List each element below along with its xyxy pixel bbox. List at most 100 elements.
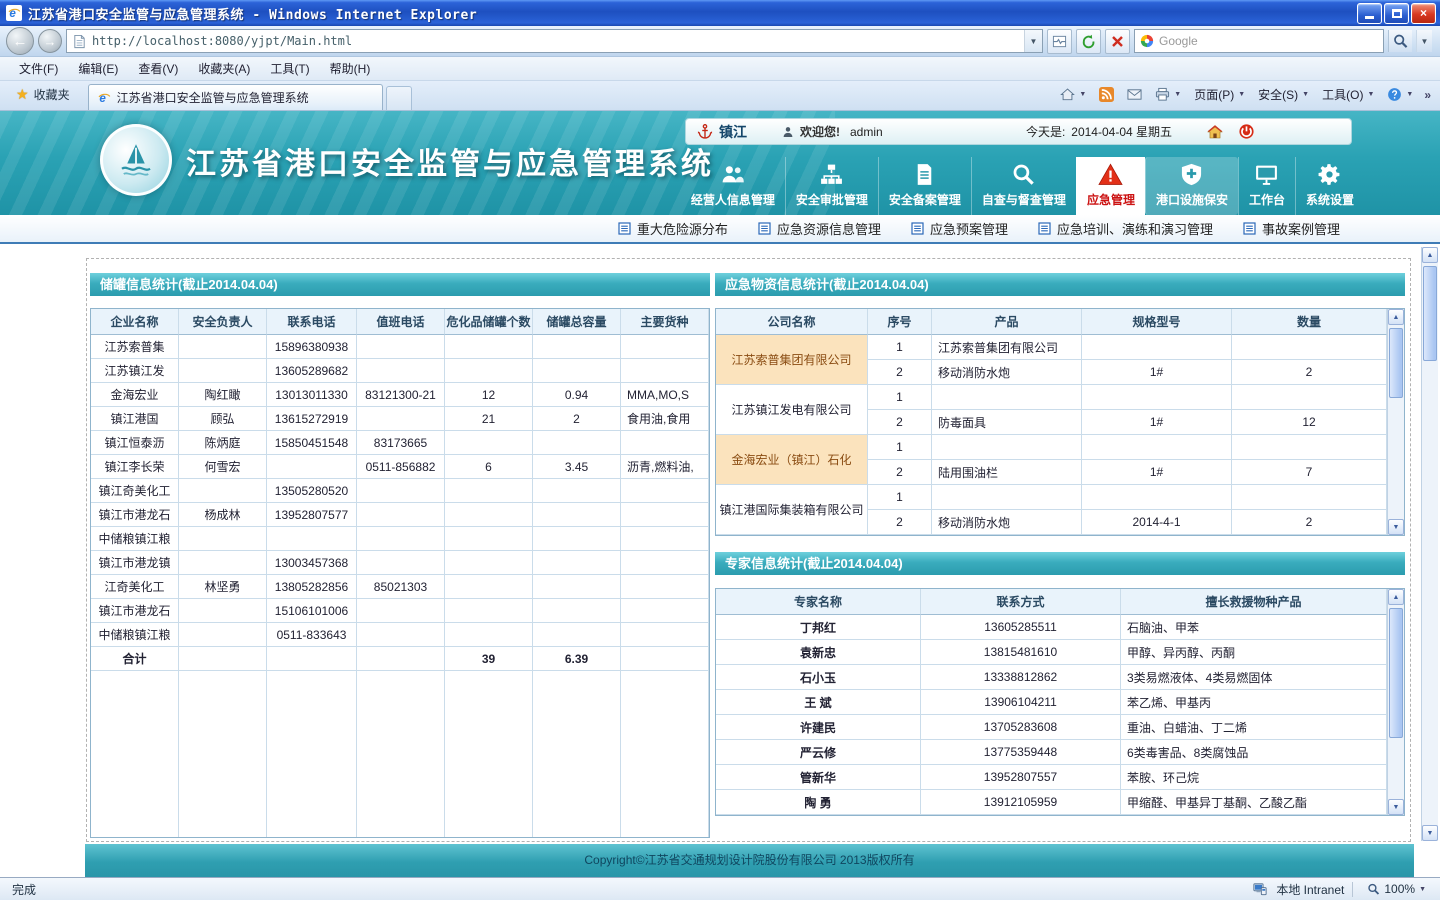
- back-button[interactable]: ←: [6, 27, 34, 55]
- menu-item-3[interactable]: 收藏夹(A): [189, 57, 259, 80]
- tank-cell: 金海宏业: [91, 383, 179, 407]
- menu-item-5[interactable]: 帮助(H): [321, 57, 380, 80]
- subnav-item-2[interactable]: 应急预案管理: [911, 219, 1008, 238]
- subnav-item-1[interactable]: 应急资源信息管理: [758, 219, 881, 238]
- tank-cell: [357, 359, 445, 383]
- tank-cell: [621, 479, 709, 503]
- supplies-cell: 2: [868, 460, 932, 485]
- scroll-track[interactable]: [1388, 606, 1404, 798]
- maximize-button[interactable]: [1384, 3, 1409, 24]
- home-button[interactable]: ▼: [1055, 84, 1091, 105]
- expert-cell: 许建民: [716, 715, 921, 740]
- search-input[interactable]: Google: [1134, 29, 1384, 53]
- stop-button[interactable]: [1105, 29, 1130, 54]
- zoom-dropdown-icon: ▼: [1419, 886, 1426, 893]
- scroll-down-button[interactable]: ▼: [1388, 519, 1404, 535]
- subnav-item-0[interactable]: 重大危险源分布: [618, 219, 728, 238]
- toolbar-overflow-chevron[interactable]: »: [1421, 88, 1434, 102]
- supplies-scrollbar[interactable]: ▲ ▼: [1387, 309, 1404, 535]
- menu-item-2[interactable]: 查看(V): [129, 57, 187, 80]
- supplies-column-header: 序号: [868, 309, 932, 335]
- supplies-table: 公司名称序号产品规格型号数量江苏索普集团有限公司1江苏索普集团有限公司2移动消防…: [715, 308, 1405, 536]
- address-dropdown[interactable]: ▼: [1024, 30, 1042, 52]
- nav-item-3[interactable]: 自查与督查管理: [971, 157, 1076, 215]
- experts-scrollbar[interactable]: ▲ ▼: [1387, 589, 1404, 815]
- page-header: 江苏省港口安全监管与应急管理系统 镇江 欢迎您! admin 今天是: 2014…: [0, 111, 1440, 215]
- subnav-item-3[interactable]: 应急培训、演练和演习管理: [1038, 219, 1213, 238]
- scroll-down-button[interactable]: ▼: [1422, 825, 1438, 841]
- nav-item-5[interactable]: 港口设施保安: [1145, 157, 1238, 215]
- supplies-cell: 7: [1232, 460, 1387, 485]
- menu-item-0[interactable]: 文件(F): [10, 57, 67, 80]
- search-button[interactable]: [1388, 30, 1412, 52]
- nav-item-6[interactable]: 工作台: [1238, 157, 1295, 215]
- subnav-item-4[interactable]: 事故案例管理: [1243, 219, 1340, 238]
- favorites-button[interactable]: ★ 收藏夹: [6, 81, 80, 110]
- tank-cell: [445, 431, 533, 455]
- page-scrollbar[interactable]: ▲ ▼: [1421, 247, 1438, 841]
- zoom-control[interactable]: 100% ▼: [1361, 881, 1432, 897]
- page-menu-button[interactable]: 页面(P)▼: [1189, 83, 1250, 106]
- expert-cell: 石小玉: [716, 665, 921, 690]
- home-shortcut-icon[interactable]: [1206, 123, 1224, 141]
- users-icon: [720, 162, 745, 187]
- menu-item-1[interactable]: 编辑(E): [69, 57, 127, 80]
- nav-item-4[interactable]: 应急管理: [1076, 157, 1145, 215]
- scroll-track[interactable]: [1422, 264, 1438, 824]
- nav-item-7[interactable]: 系统设置: [1295, 157, 1364, 215]
- user-icon: [781, 125, 795, 139]
- tank-cell: 13952807577: [267, 503, 357, 527]
- scroll-thumb[interactable]: [1389, 328, 1403, 398]
- tank-cell: [179, 599, 267, 623]
- help-button[interactable]: ▼: [1382, 84, 1418, 105]
- form-icon: [618, 222, 631, 235]
- scroll-up-button[interactable]: ▲: [1388, 589, 1404, 605]
- nav-item-label: 应急管理: [1087, 191, 1135, 208]
- anchor-icon: [696, 123, 714, 141]
- compatibility-view-button[interactable]: [1047, 29, 1072, 54]
- intranet-zone-icon: [1252, 882, 1268, 896]
- nav-item-1[interactable]: 安全审批管理: [785, 157, 878, 215]
- tank-cell: [179, 335, 267, 359]
- read-mail-button[interactable]: [1122, 84, 1147, 105]
- scroll-up-button[interactable]: ▲: [1422, 247, 1438, 263]
- print-button[interactable]: ▼: [1150, 84, 1186, 105]
- scroll-thumb[interactable]: [1423, 266, 1437, 361]
- nav-item-2[interactable]: 安全备案管理: [878, 157, 971, 215]
- close-button[interactable]: ×: [1411, 3, 1436, 24]
- scroll-up-button[interactable]: ▲: [1388, 309, 1404, 325]
- tank-cell: [179, 359, 267, 383]
- nav-item-0[interactable]: 经营人信息管理: [681, 157, 785, 215]
- tank-cell: [357, 503, 445, 527]
- supplies-cell: 1#: [1082, 410, 1232, 435]
- address-bar[interactable]: http://localhost:8080/yjpt/Main.html ▼: [66, 29, 1043, 53]
- refresh-button[interactable]: [1076, 29, 1101, 54]
- tank-cell: [179, 479, 267, 503]
- browser-tab[interactable]: e 江苏省港口安全监管与应急管理系统: [88, 84, 383, 110]
- forward-button[interactable]: →: [38, 29, 62, 53]
- tank-filler-cell: [267, 671, 357, 837]
- tank-cell: 镇江奇美化工: [91, 479, 179, 503]
- tank-cell: 0511-856882: [357, 455, 445, 479]
- nav-item-label: 系统设置: [1306, 191, 1354, 208]
- nav-item-label: 安全审批管理: [796, 191, 868, 208]
- scroll-track[interactable]: [1388, 326, 1404, 518]
- feeds-button[interactable]: [1094, 84, 1119, 105]
- tank-cell: 15896380938: [267, 335, 357, 359]
- supplies-cell: 江苏索普集团有限公司: [932, 335, 1082, 360]
- tank-total-cell: [621, 647, 709, 671]
- minimize-button[interactable]: [1357, 3, 1382, 24]
- search-dropdown[interactable]: ▼: [1416, 30, 1432, 52]
- tank-cell: 镇江市港龙石: [91, 503, 179, 527]
- tools-menu-button[interactable]: 工具(O)▼: [1317, 83, 1379, 106]
- experts-table-grid: 专家名称联系方式擅长救援物种产品丁邦红13605285511石脑油、甲苯袁新忠1…: [716, 589, 1387, 815]
- new-tab-stub[interactable]: [386, 86, 412, 110]
- supplies-cell: [1232, 335, 1387, 360]
- safety-menu-button[interactable]: 安全(S)▼: [1253, 83, 1314, 106]
- tank-cell: [445, 599, 533, 623]
- logout-icon[interactable]: [1238, 123, 1255, 140]
- scroll-down-button[interactable]: ▼: [1388, 799, 1404, 815]
- supplies-cell: [1082, 335, 1232, 360]
- scroll-thumb[interactable]: [1389, 608, 1403, 738]
- menu-item-4[interactable]: 工具(T): [261, 57, 318, 80]
